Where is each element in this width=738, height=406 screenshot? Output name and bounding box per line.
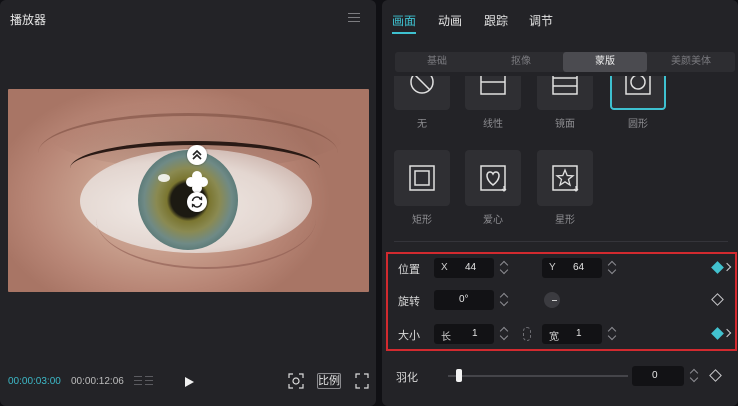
mask-label: 无	[417, 119, 427, 130]
size-row: 大小 长 1 宽 1	[398, 324, 732, 344]
x-axis-label: X	[441, 262, 448, 273]
fit-screen-icon[interactable]	[288, 373, 304, 389]
size-height-value: 1	[576, 328, 582, 339]
menu-icon[interactable]	[348, 13, 360, 23]
width-axis-label: 宽	[549, 332, 559, 343]
mask-linear[interactable]: 线性	[465, 76, 521, 130]
position-x-field[interactable]: X 44	[434, 258, 494, 278]
mask-label: 线性	[483, 119, 503, 130]
length-axis-label: 长	[441, 332, 451, 343]
position-row: 位置 X 44 Y 64	[398, 258, 732, 278]
keyframe-diamond-icon[interactable]	[709, 369, 722, 382]
playback-bar: 00:00:03:00 00:00:12:06 比例	[0, 370, 376, 396]
grid-icon[interactable]	[134, 374, 154, 388]
tab-animation[interactable]: 动画	[438, 12, 462, 29]
inspector-panel: 画面 动画 跟踪 调节 基础 抠像 蒙版 美颜美体 无 线性 镜面 圆形 矩形 …	[382, 0, 738, 406]
position-y-stepper[interactable]	[606, 258, 618, 278]
rotation-field[interactable]: 0°	[434, 290, 494, 310]
chevron-right-icon[interactable]	[722, 262, 732, 272]
ratio-button[interactable]: 比例	[317, 373, 341, 389]
size-width-stepper[interactable]	[498, 324, 510, 344]
subtab-mask[interactable]: 蒙版	[563, 52, 647, 72]
position-x-value: 44	[465, 262, 477, 273]
subtab-basic[interactable]: 基础	[395, 52, 479, 72]
circle-mask-icon	[625, 76, 651, 95]
keyframe-diamond-icon[interactable]	[711, 261, 724, 274]
feather-field[interactable]: 0	[632, 366, 684, 386]
keyframe-diamond-icon[interactable]	[711, 327, 724, 340]
player-title: 播放器	[10, 13, 47, 27]
video-preview[interactable]	[8, 89, 369, 292]
mask-grid: 无 线性 镜面 圆形 矩形 爱心 星形	[394, 76, 724, 236]
rotation-row: 旋转 0°	[398, 290, 732, 310]
mask-heart[interactable]: 爱心	[465, 150, 521, 226]
chevron-right-icon[interactable]	[722, 328, 732, 338]
move-up-icon[interactable]	[187, 145, 207, 165]
rotate-icon[interactable]	[187, 192, 207, 212]
rotation-label: 旋转	[398, 296, 420, 308]
mask-rectangle[interactable]: 矩形	[394, 150, 450, 226]
mirror-mask-icon	[552, 76, 578, 95]
size-width-value: 1	[472, 328, 478, 339]
mask-mirror[interactable]: 镜面	[537, 76, 593, 130]
position-label: 位置	[398, 264, 420, 276]
position-y-value: 64	[573, 262, 585, 273]
mask-label: 爱心	[483, 215, 503, 226]
divider	[394, 241, 728, 242]
size-height-stepper[interactable]	[606, 324, 618, 344]
linear-mask-icon	[480, 76, 506, 95]
mask-label: 星形	[555, 215, 575, 226]
rotation-value: 0°	[459, 294, 469, 305]
rotation-stepper[interactable]	[498, 290, 510, 310]
position-y-field[interactable]: Y 64	[542, 258, 602, 278]
position-x-stepper[interactable]	[498, 258, 510, 278]
link-icon[interactable]	[523, 327, 531, 341]
subtab-beauty[interactable]: 美颜美体	[647, 52, 735, 72]
rectangle-mask-icon	[409, 165, 435, 191]
mask-label: 矩形	[412, 215, 432, 226]
feather-value: 0	[652, 370, 658, 381]
player-panel: 播放器 00:00:03:00 00:00:12:06 比例	[0, 0, 376, 406]
sub-tabs: 基础 抠像 蒙版 美颜美体	[395, 52, 735, 72]
feather-label: 羽化	[396, 372, 418, 384]
total-time: 00:00:12:06	[71, 376, 124, 387]
tab-canvas[interactable]: 画面	[392, 12, 416, 29]
feather-stepper[interactable]	[688, 366, 700, 386]
feather-slider-thumb[interactable]	[456, 369, 462, 382]
y-axis-label: Y	[549, 262, 556, 273]
size-label: 大小	[398, 330, 420, 342]
tab-adjust[interactable]: 调节	[529, 12, 553, 29]
mask-label: 镜面	[555, 119, 575, 130]
active-tab-indicator	[392, 32, 416, 34]
rotation-dial[interactable]	[544, 292, 560, 308]
no-mask-icon	[410, 76, 434, 94]
subtab-keying[interactable]: 抠像	[479, 52, 563, 72]
fullscreen-icon[interactable]	[355, 373, 369, 389]
play-icon[interactable]	[183, 375, 195, 387]
size-height-field[interactable]: 宽 1	[542, 324, 602, 344]
heart-mask-icon	[480, 165, 507, 192]
mask-star[interactable]: 星形	[537, 150, 593, 226]
star-mask-icon	[552, 165, 579, 192]
current-time: 00:00:03:00	[8, 376, 61, 387]
keyframe-diamond-icon[interactable]	[711, 293, 724, 306]
mask-circle[interactable]: 圆形	[610, 76, 666, 130]
feather-slider[interactable]	[448, 375, 628, 377]
size-width-field[interactable]: 长 1	[434, 324, 494, 344]
feather-row: 羽化 0	[396, 366, 732, 386]
tab-tracking[interactable]: 跟踪	[484, 12, 508, 29]
highlight-box: 位置 X 44 Y 64 旋转 0° 大小 长 1 宽 1	[386, 252, 737, 351]
mask-none[interactable]: 无	[394, 76, 450, 130]
mask-label: 圆形	[628, 119, 648, 130]
